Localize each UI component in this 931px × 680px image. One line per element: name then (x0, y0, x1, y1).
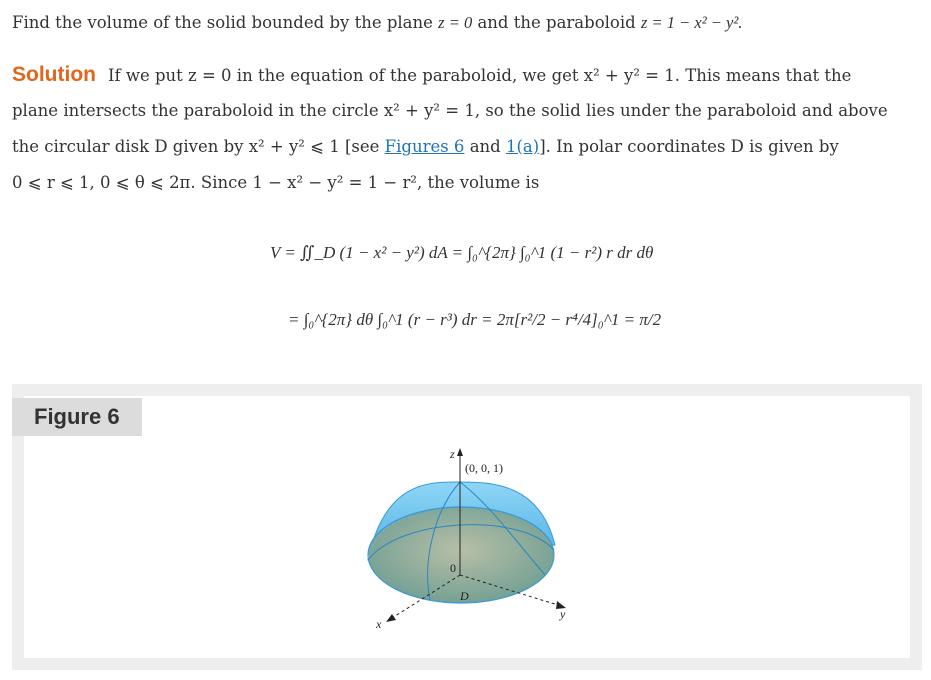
solution-line-3-start: the circular disk D given by x² + y² ⩽ 1… (12, 137, 380, 156)
z-axis-label: z (449, 447, 455, 461)
x-axis-arrow (386, 614, 396, 622)
solution-line-3-end: ]. In polar coordinates D is given by (539, 137, 839, 156)
z-axis-arrow (457, 448, 463, 456)
paraboloid-figure: z (0, 0, 1) 0 D x y (367, 447, 566, 631)
figure-1a-link[interactable]: 1(a) (506, 137, 539, 156)
problem-text-before: Find the volume of the solid bounded by … (12, 13, 433, 32)
x-axis-label: x (375, 617, 382, 631)
volume-equation-line-1: V = ∬_D (1 − x² − y²) dA = ∫₀^{2π} ∫₀^1 … (270, 243, 654, 262)
point-label: (0, 0, 1) (465, 461, 503, 475)
problem-statement: Find the volume of the solid bounded by … (12, 13, 742, 33)
and-text: and (469, 137, 501, 156)
solution-line-1: Solution If we put z = 0 in the equation … (12, 63, 852, 86)
problem-text-mid: and the paraboloid (477, 13, 636, 32)
y-axis-label: y (559, 607, 566, 621)
solution-line-3: the circular disk D given by x² + y² ⩽ 1… (12, 137, 839, 157)
solution-line-1-text: If we put z = 0 in the equation of the p… (107, 66, 852, 85)
solution-label: Solution (12, 63, 96, 86)
plane-equation: z = 0 (438, 13, 473, 32)
paraboloid-equation: z = 1 − x² − y². (640, 13, 743, 32)
figures-6-link[interactable]: Figures 6 (385, 137, 465, 156)
solution-line-2: plane intersects the paraboloid in the c… (12, 101, 888, 120)
solution-line-4: 0 ⩽ r ⩽ 1, 0 ⩽ θ ⩽ 2π. Since 1 − x² − y²… (12, 173, 540, 192)
disk-label: D (459, 589, 469, 603)
figure-tag: Figure 6 (12, 398, 142, 436)
origin-label: 0 (450, 561, 456, 575)
volume-equation-line-2: = ∫₀^{2π} dθ ∫₀^1 (r − r³) dr = 2π[r²/2 … (288, 310, 662, 329)
